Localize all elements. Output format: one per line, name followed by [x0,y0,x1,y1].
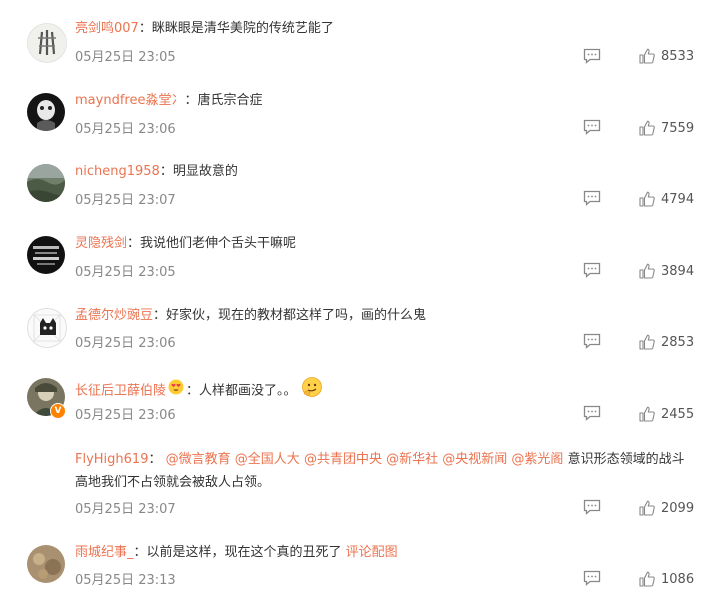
reply-icon[interactable] [583,262,601,278]
like-count: 7559 [661,120,695,136]
username[interactable]: FlyHigh619 [75,452,148,467]
reply-icon[interactable] [583,499,601,515]
mention-link[interactable]: @央视新闻 [442,452,507,467]
like-button[interactable]: 7559 [639,120,694,136]
comment-text: ：唐氏宗合症 [184,93,263,108]
mention-link[interactable]: @紫光阁 [511,452,563,467]
comment-time: 05月25日 23:07 [75,502,176,517]
like-button[interactable]: 1086 [639,571,694,587]
username[interactable]: 长征后卫薛伯陵 [75,384,166,399]
avatar[interactable] [27,308,67,348]
reply-icon[interactable] [583,48,601,64]
like-button[interactable]: 8533 [639,48,694,64]
like-button[interactable]: 2099 [639,500,694,516]
like-count: 2853 [661,334,695,350]
reply-icon[interactable] [583,570,601,586]
username[interactable]: 亮剑鸣007 [75,21,139,36]
like-count: 3894 [661,263,695,279]
comment-image-link[interactable]: 评论配图 [346,545,398,560]
username[interactable]: nicheng1958 [75,164,160,179]
like-button[interactable]: 3894 [639,263,694,279]
thumbs-up-icon [639,571,655,587]
thumbs-up-icon [639,406,655,422]
reply-icon[interactable] [583,405,601,421]
avatar-wrapper: V [27,378,67,420]
like-button[interactable]: 2455 [639,406,694,422]
username[interactable]: 雨城纪事_ [75,545,134,560]
verified-badge: V [50,403,66,419]
comment-time: 05月25日 23:05 [75,265,176,280]
reply-icon[interactable] [583,190,601,206]
thumbs-up-icon [639,191,655,207]
avatar[interactable] [27,545,65,583]
comment-time: 05月25日 23:06 [75,408,176,423]
avatar[interactable] [27,93,65,131]
username[interactable]: 孟德尔炒豌豆 [75,308,153,323]
comment-time: 05月25日 23:13 [75,573,176,588]
username[interactable]: 灵隐残剑 [75,236,127,251]
avatar[interactable] [27,23,67,63]
like-button[interactable]: 2853 [639,334,694,350]
thumbs-up-icon [639,120,655,136]
thumbs-up-icon [639,48,655,64]
thumbs-up-icon [639,500,655,516]
avatar[interactable] [27,164,65,202]
thumbs-up-icon [639,334,655,350]
like-count: 8533 [661,48,695,64]
like-count: 2099 [661,500,695,516]
mention-link[interactable]: @全国人大 [235,452,300,467]
heart-eyes-emoji-icon [168,379,184,403]
reply-icon[interactable] [583,119,601,135]
mention-link[interactable]: @共青团中央 [304,452,382,467]
mention-link[interactable]: @新华社 [386,452,438,467]
comment-time: 05月25日 23:05 [75,50,176,65]
comment-time: 05月25日 23:07 [75,193,176,208]
avatar[interactable] [27,236,65,274]
like-button[interactable]: 4794 [639,191,694,207]
thinking-emoji-icon [301,376,323,406]
comment-text: ：好家伙，现在的教材都这样了吗，画的什么鬼 [153,308,427,323]
comment-text: ：明显故意的 [159,164,238,179]
comment-text: ：眯眯眼是清华美院的传统艺能了 [138,21,334,36]
username[interactable]: mayndfree淼堂冫 [75,93,184,108]
comment-time: 05月25日 23:06 [75,336,176,351]
comment-text: ：我说他们老伸个舌头干嘛呢 [127,236,297,251]
like-count: 2455 [661,406,695,422]
reply-icon[interactable] [583,333,601,349]
separator: ： [148,452,162,467]
comment-time: 05月25日 23:06 [75,122,176,137]
like-count: 1086 [661,571,695,587]
like-count: 4794 [661,191,695,207]
comment-text: ：以前是这样，现在这个真的丑死了 [133,545,342,560]
comment-text: ：人样都画没了。。 [186,383,297,399]
mention-link[interactable]: @微言教育 [166,452,231,467]
thumbs-up-icon [639,263,655,279]
